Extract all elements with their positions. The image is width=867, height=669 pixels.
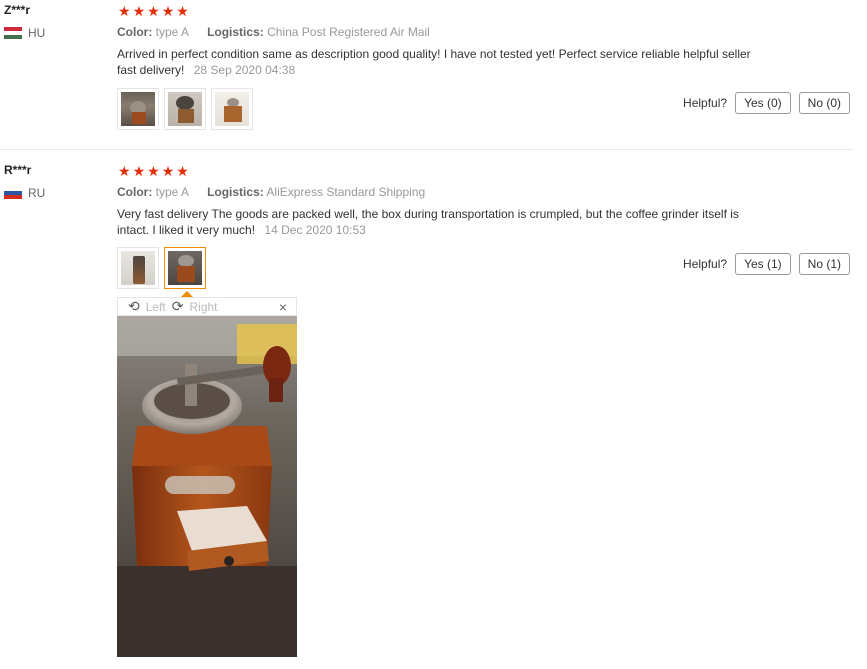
rotate-right-icon[interactable]: ⟳ bbox=[172, 298, 184, 315]
logistics-value: AliExpress Standard Shipping bbox=[266, 185, 426, 199]
color-label: Color: bbox=[117, 185, 153, 199]
helpful-label: Helpful? bbox=[683, 257, 728, 271]
helpful-vote: Helpful? Yes (0) No (0) bbox=[683, 92, 850, 114]
review-item: R***r RU ★ ★ ★ ★ ★ Color: type A Logisti… bbox=[0, 160, 867, 669]
coffee-grinder-photo bbox=[117, 316, 297, 657]
review-photo-large bbox=[117, 316, 297, 657]
star-icon: ★ bbox=[118, 163, 131, 179]
country-code: HU bbox=[28, 26, 46, 40]
star-rating: ★ ★ ★ ★ ★ bbox=[118, 164, 189, 178]
review-photo-thumb[interactable] bbox=[117, 88, 159, 130]
color-value: type A bbox=[155, 185, 189, 199]
review-photo-thumb[interactable] bbox=[164, 247, 206, 289]
review-photo-thumb[interactable] bbox=[164, 88, 206, 130]
review-photos bbox=[117, 247, 206, 289]
star-icon: ★ bbox=[132, 3, 146, 19]
photo-viewer: ⟲ Left ⟳ Right × bbox=[117, 291, 297, 657]
close-icon[interactable]: × bbox=[279, 299, 287, 315]
viewer-toolbar: ⟲ Left ⟳ Right × bbox=[117, 297, 297, 316]
helpful-no-button[interactable]: No (0) bbox=[798, 92, 850, 114]
star-icon: ★ bbox=[161, 163, 175, 179]
star-icon: ★ bbox=[176, 3, 189, 19]
logistics-label: Logistics: bbox=[207, 185, 264, 199]
star-icon: ★ bbox=[147, 3, 160, 19]
review-photo-thumb[interactable] bbox=[117, 247, 159, 289]
star-rating: ★ ★ ★ ★ ★ bbox=[118, 4, 189, 18]
review-text: Arrived in perfect condition same as des… bbox=[117, 46, 767, 78]
review-photo-thumb[interactable] bbox=[211, 88, 253, 130]
helpful-yes-button[interactable]: Yes (1) bbox=[735, 253, 791, 275]
star-icon: ★ bbox=[118, 3, 131, 19]
helpful-label: Helpful? bbox=[683, 96, 728, 110]
review-text: Very fast delivery The goods are packed … bbox=[117, 206, 767, 238]
reviewer-name: Z***r bbox=[4, 3, 31, 17]
rotate-left-icon[interactable]: ⟲ bbox=[128, 298, 140, 315]
country-code: RU bbox=[28, 186, 46, 200]
review-item: Z***r HU ★ ★ ★ ★ ★ Color: type A Logisti… bbox=[0, 0, 867, 150]
review-photos bbox=[117, 88, 253, 130]
color-value: type A bbox=[155, 25, 189, 39]
review-date: 28 Sep 2020 04:38 bbox=[193, 63, 296, 77]
rotate-left-label[interactable]: Left bbox=[146, 300, 166, 314]
review-meta: Color: type A Logistics: AliExpress Stan… bbox=[117, 185, 425, 199]
star-icon: ★ bbox=[161, 3, 175, 19]
review-date: 14 Dec 2020 10:53 bbox=[264, 223, 366, 237]
logistics-value: China Post Registered Air Mail bbox=[267, 25, 430, 39]
star-icon: ★ bbox=[132, 163, 146, 179]
reviewer-country: HU bbox=[4, 26, 45, 40]
helpful-no-button[interactable]: No (1) bbox=[798, 253, 850, 275]
helpful-vote: Helpful? Yes (1) No (1) bbox=[683, 253, 850, 275]
review-meta: Color: type A Logistics: China Post Regi… bbox=[117, 25, 430, 39]
hungary-flag-icon bbox=[4, 27, 22, 39]
helpful-yes-button[interactable]: Yes (0) bbox=[735, 92, 791, 114]
review-body: Very fast delivery The goods are packed … bbox=[117, 207, 739, 237]
color-label: Color: bbox=[117, 25, 153, 39]
star-icon: ★ bbox=[176, 163, 189, 179]
reviewer-country: RU bbox=[4, 186, 45, 200]
reviewer-name: R***r bbox=[4, 163, 32, 177]
logistics-label: Logistics: bbox=[207, 25, 264, 39]
rotate-right-label[interactable]: Right bbox=[189, 300, 217, 314]
russia-flag-icon bbox=[4, 187, 22, 199]
review-divider bbox=[0, 149, 853, 150]
star-icon: ★ bbox=[147, 163, 160, 179]
